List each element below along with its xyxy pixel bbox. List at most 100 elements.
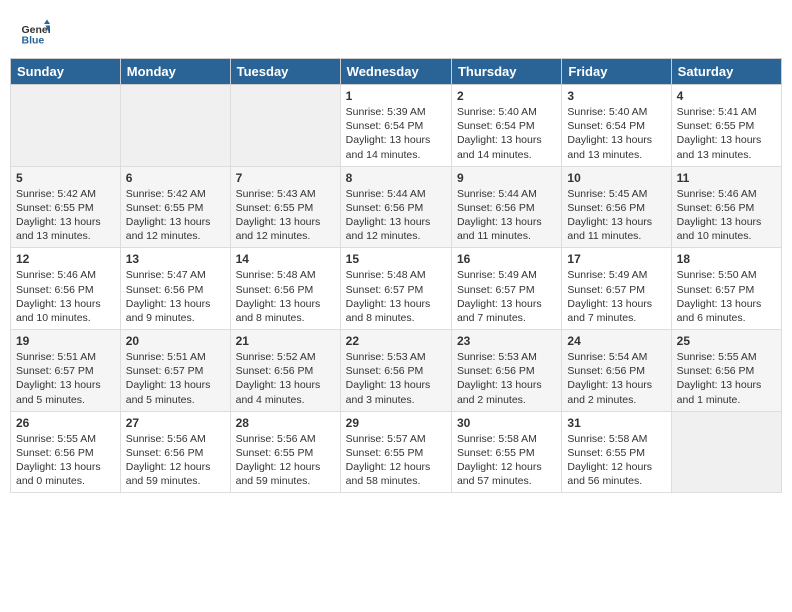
calendar-cell: 17 Sunrise: 5:49 AM Sunset: 6:57 PM Dayli…: [562, 248, 671, 330]
calendar-cell: 4 Sunrise: 5:41 AM Sunset: 6:55 PM Daylig…: [671, 85, 781, 167]
day-number: 18: [677, 252, 776, 266]
day-info: Sunrise: 5:44 AM Sunset: 6:56 PM Dayligh…: [346, 187, 446, 244]
calendar-cell: 29Sunrise: 5:57 AM Sunset: 6:55 PM Dayli…: [340, 411, 451, 493]
day-number: 31: [567, 416, 665, 430]
day-info: Sunrise: 5:57 AM Sunset: 6:55 PM Dayligh…: [346, 432, 446, 489]
calendar-cell: 1 Sunrise: 5:39 AM Sunset: 6:54 PM Daylig…: [340, 85, 451, 167]
calendar-cell: 13 Sunrise: 5:47 AM Sunset: 6:56 PM Dayli…: [120, 248, 230, 330]
day-info: Sunrise: 5:55 AM Sunset: 6:56 PM Dayligh…: [16, 432, 115, 489]
day-number: 13: [126, 252, 225, 266]
day-info: Sunrise: 5:50 AM Sunset: 6:57 PM Dayligh…: [677, 268, 776, 325]
calendar-cell: 28 Sunrise: 5:56 AM Sunset: 6:55 PM Dayli…: [230, 411, 340, 493]
day-header-tuesday: Tuesday: [230, 59, 340, 85]
day-header-sunday: Sunday: [11, 59, 121, 85]
calendar-cell: [120, 85, 230, 167]
day-info: Sunrise: 5:55 AM Sunset: 6:56 PM Dayligh…: [677, 350, 776, 407]
calendar-cell: 11 Sunrise: 5:46 AM Sunset: 6:56 PM Dayli…: [671, 166, 781, 248]
day-number: 7: [236, 171, 335, 185]
day-info: Sunrise: 5:51 AM Sunset: 6:57 PM Dayligh…: [126, 350, 225, 407]
calendar-cell: 20 Sunrise: 5:51 AM Sunset: 6:57 PM Dayli…: [120, 330, 230, 412]
day-header-friday: Friday: [562, 59, 671, 85]
day-number: 12: [16, 252, 115, 266]
day-number: 10: [567, 171, 665, 185]
day-info: Sunrise: 5:46 AM Sunset: 6:56 PM Dayligh…: [16, 268, 115, 325]
day-number: 6: [126, 171, 225, 185]
calendar-cell: 16 Sunrise: 5:49 AM Sunset: 6:57 PM Dayli…: [451, 248, 561, 330]
day-number: 4: [677, 89, 776, 103]
calendar-cell: 7 Sunrise: 5:43 AM Sunset: 6:55 PM Daylig…: [230, 166, 340, 248]
day-number: 21: [236, 334, 335, 348]
calendar-week-row: 1 Sunrise: 5:39 AM Sunset: 6:54 PM Daylig…: [11, 85, 782, 167]
day-info: Sunrise: 5:48 AM Sunset: 6:57 PM Dayligh…: [346, 268, 446, 325]
day-info: Sunrise: 5:54 AM Sunset: 6:56 PM Dayligh…: [567, 350, 665, 407]
day-number: 16: [457, 252, 556, 266]
day-number: 23: [457, 334, 556, 348]
day-number: 8: [346, 171, 446, 185]
calendar-cell: 21 Sunrise: 5:52 AM Sunset: 6:56 PM Dayli…: [230, 330, 340, 412]
calendar-cell: 12 Sunrise: 5:46 AM Sunset: 6:56 PM Dayli…: [11, 248, 121, 330]
day-info: Sunrise: 5:45 AM Sunset: 6:56 PM Dayligh…: [567, 187, 665, 244]
day-number: 24: [567, 334, 665, 348]
day-header-thursday: Thursday: [451, 59, 561, 85]
calendar-cell: 25Sunrise: 5:55 AM Sunset: 6:56 PM Dayli…: [671, 330, 781, 412]
day-number: 19: [16, 334, 115, 348]
day-number: 17: [567, 252, 665, 266]
calendar-cell: [671, 411, 781, 493]
svg-text:Blue: Blue: [22, 35, 45, 47]
calendar-cell: 18 Sunrise: 5:50 AM Sunset: 6:57 PM Dayli…: [671, 248, 781, 330]
day-info: Sunrise: 5:41 AM Sunset: 6:55 PM Dayligh…: [677, 105, 776, 162]
calendar-cell: 2 Sunrise: 5:40 AM Sunset: 6:54 PM Daylig…: [451, 85, 561, 167]
day-info: Sunrise: 5:49 AM Sunset: 6:57 PM Dayligh…: [567, 268, 665, 325]
page-header: General Blue: [10, 10, 782, 52]
day-info: Sunrise: 5:53 AM Sunset: 6:56 PM Dayligh…: [346, 350, 446, 407]
day-info: Sunrise: 5:39 AM Sunset: 6:54 PM Dayligh…: [346, 105, 446, 162]
calendar-week-row: 12 Sunrise: 5:46 AM Sunset: 6:56 PM Dayli…: [11, 248, 782, 330]
calendar-header-row: SundayMondayTuesdayWednesdayThursdayFrid…: [11, 59, 782, 85]
calendar-week-row: 26Sunrise: 5:55 AM Sunset: 6:56 PM Dayli…: [11, 411, 782, 493]
logo-icon: General Blue: [20, 18, 50, 48]
day-info: Sunrise: 5:47 AM Sunset: 6:56 PM Dayligh…: [126, 268, 225, 325]
day-info: Sunrise: 5:56 AM Sunset: 6:56 PM Dayligh…: [126, 432, 225, 489]
calendar-table: SundayMondayTuesdayWednesdayThursdayFrid…: [10, 58, 782, 493]
calendar-cell: 10 Sunrise: 5:45 AM Sunset: 6:56 PM Dayli…: [562, 166, 671, 248]
calendar-cell: 14 Sunrise: 5:48 AM Sunset: 6:56 PM Dayli…: [230, 248, 340, 330]
calendar-cell: 9 Sunrise: 5:44 AM Sunset: 6:56 PM Daylig…: [451, 166, 561, 248]
day-info: Sunrise: 5:48 AM Sunset: 6:56 PM Dayligh…: [236, 268, 335, 325]
calendar-cell: [11, 85, 121, 167]
calendar-cell: 5 Sunrise: 5:42 AM Sunset: 6:55 PM Daylig…: [11, 166, 121, 248]
day-number: 1: [346, 89, 446, 103]
calendar-cell: 27 Sunrise: 5:56 AM Sunset: 6:56 PM Dayli…: [120, 411, 230, 493]
day-info: Sunrise: 5:56 AM Sunset: 6:55 PM Dayligh…: [236, 432, 335, 489]
calendar-cell: 19 Sunrise: 5:51 AM Sunset: 6:57 PM Dayli…: [11, 330, 121, 412]
day-info: Sunrise: 5:58 AM Sunset: 6:55 PM Dayligh…: [457, 432, 556, 489]
day-info: Sunrise: 5:40 AM Sunset: 6:54 PM Dayligh…: [457, 105, 556, 162]
day-number: 5: [16, 171, 115, 185]
calendar-cell: 24 Sunrise: 5:54 AM Sunset: 6:56 PM Dayli…: [562, 330, 671, 412]
day-info: Sunrise: 5:42 AM Sunset: 6:55 PM Dayligh…: [126, 187, 225, 244]
day-number: 3: [567, 89, 665, 103]
day-info: Sunrise: 5:51 AM Sunset: 6:57 PM Dayligh…: [16, 350, 115, 407]
day-info: Sunrise: 5:43 AM Sunset: 6:55 PM Dayligh…: [236, 187, 335, 244]
day-number: 9: [457, 171, 556, 185]
day-number: 30: [457, 416, 556, 430]
day-number: 2: [457, 89, 556, 103]
calendar-cell: 22Sunrise: 5:53 AM Sunset: 6:56 PM Dayli…: [340, 330, 451, 412]
day-number: 14: [236, 252, 335, 266]
day-info: Sunrise: 5:52 AM Sunset: 6:56 PM Dayligh…: [236, 350, 335, 407]
day-number: 27: [126, 416, 225, 430]
day-header-wednesday: Wednesday: [340, 59, 451, 85]
calendar-cell: 3Sunrise: 5:40 AM Sunset: 6:54 PM Daylig…: [562, 85, 671, 167]
day-number: 15: [346, 252, 446, 266]
calendar-week-row: 19 Sunrise: 5:51 AM Sunset: 6:57 PM Dayli…: [11, 330, 782, 412]
calendar-cell: [230, 85, 340, 167]
day-info: Sunrise: 5:46 AM Sunset: 6:56 PM Dayligh…: [677, 187, 776, 244]
day-info: Sunrise: 5:58 AM Sunset: 6:55 PM Dayligh…: [567, 432, 665, 489]
day-header-monday: Monday: [120, 59, 230, 85]
day-number: 28: [236, 416, 335, 430]
day-number: 20: [126, 334, 225, 348]
day-number: 11: [677, 171, 776, 185]
calendar-cell: 8 Sunrise: 5:44 AM Sunset: 6:56 PM Daylig…: [340, 166, 451, 248]
day-info: Sunrise: 5:49 AM Sunset: 6:57 PM Dayligh…: [457, 268, 556, 325]
day-info: Sunrise: 5:42 AM Sunset: 6:55 PM Dayligh…: [16, 187, 115, 244]
day-info: Sunrise: 5:44 AM Sunset: 6:56 PM Dayligh…: [457, 187, 556, 244]
